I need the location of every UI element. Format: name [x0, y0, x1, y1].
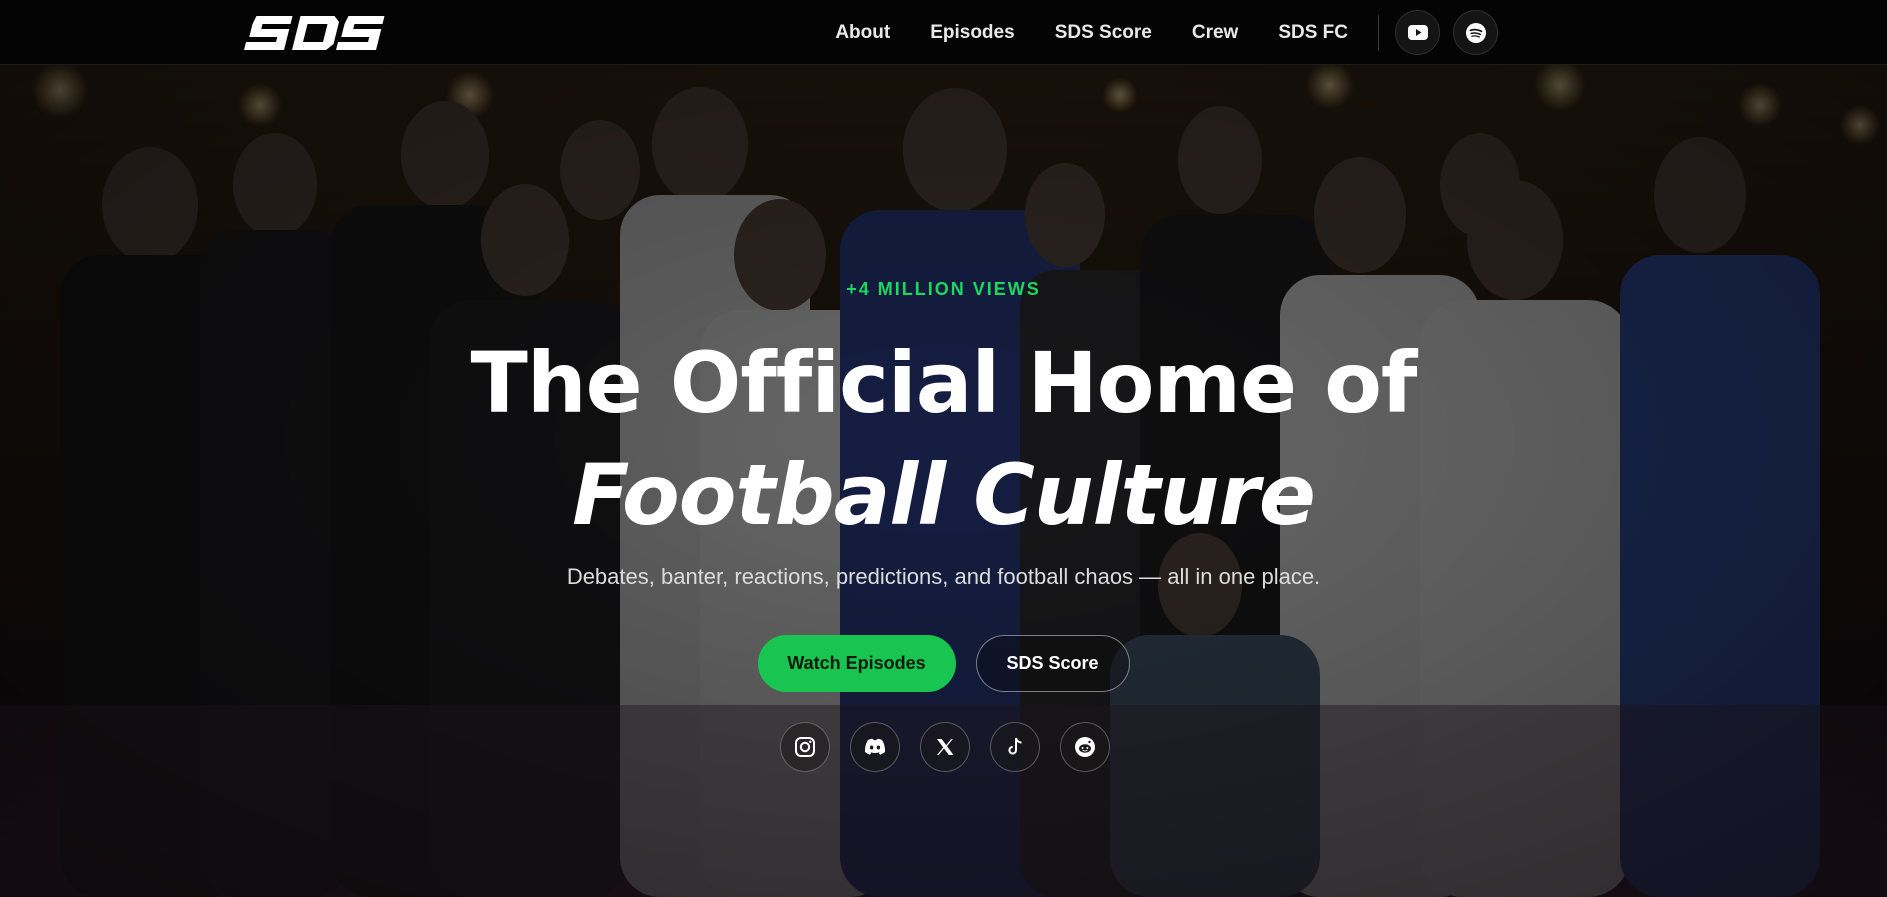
youtube-icon [1407, 25, 1428, 40]
hero-social-links [0, 722, 1887, 772]
views-badge: +4 MILLION VIEWS [846, 279, 1041, 299]
top-navbar: About Episodes SDS Score Crew SDS FC [0, 0, 1887, 65]
sds-logo[interactable] [243, 14, 388, 52]
main-nav: About Episodes SDS Score Crew SDS FC [835, 0, 1498, 65]
spotify-icon [1465, 22, 1486, 43]
reddit-icon [1074, 736, 1096, 758]
x-link[interactable] [919, 722, 970, 772]
reddit-link[interactable] [1059, 722, 1110, 772]
hero-subtitle: Debates, banter, reactions, predictions,… [566, 564, 1321, 589]
hero-headline: The Official Home of Football Culture [0, 327, 1887, 551]
cta-row: Watch Episodes SDS Score [0, 635, 1887, 692]
discord-icon [864, 738, 886, 756]
sds-score-button[interactable]: SDS Score [975, 635, 1130, 692]
hero-section: +4 MILLION VIEWS The Official Home of Fo… [0, 65, 1887, 897]
nav-link-episodes[interactable]: Episodes [930, 22, 1014, 44]
nav-link-crew[interactable]: Crew [1192, 22, 1238, 44]
tiktok-link[interactable] [989, 722, 1040, 772]
headline-line-1: The Official Home of [470, 334, 1418, 432]
instagram-link[interactable] [779, 722, 830, 772]
headline-line-2: Football Culture [572, 446, 1316, 544]
discord-link[interactable] [849, 722, 900, 772]
x-icon [935, 737, 955, 757]
nav-link-sds-fc[interactable]: SDS FC [1278, 22, 1348, 44]
nav-link-sds-score[interactable]: SDS Score [1055, 22, 1152, 44]
spotify-link[interactable] [1453, 10, 1498, 55]
nav-divider [1378, 14, 1379, 51]
nav-link-about[interactable]: About [835, 22, 890, 44]
watch-episodes-button[interactable]: Watch Episodes [757, 635, 956, 692]
hero-content: +4 MILLION VIEWS The Official Home of Fo… [0, 65, 1887, 897]
tiktok-icon [1006, 737, 1024, 757]
youtube-link[interactable] [1395, 10, 1440, 55]
instagram-icon [794, 736, 816, 758]
